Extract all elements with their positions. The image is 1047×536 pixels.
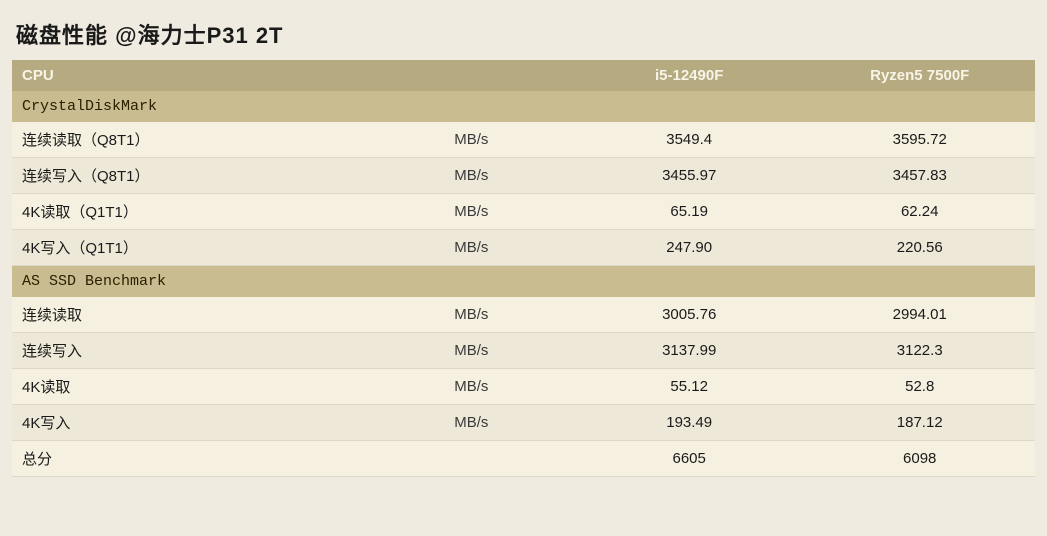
row-unit: MB/s <box>444 297 574 333</box>
row-cpu1-value: 3005.76 <box>574 297 805 333</box>
row-unit: MB/s <box>444 158 574 194</box>
row-unit: MB/s <box>444 369 574 405</box>
row-cpu1-value: 65.19 <box>574 194 805 230</box>
row-cpu1-value: 3137.99 <box>574 333 805 369</box>
unit-column-header <box>444 60 574 91</box>
table-row: 总分 6605 6098 <box>12 441 1035 477</box>
table-row: 4K写入 MB/s 193.49 187.12 <box>12 405 1035 441</box>
table-row: 连续读取（Q8T1） MB/s 3549.4 3595.72 <box>12 122 1035 158</box>
row-label: 连续写入（Q8T1） <box>12 158 444 194</box>
row-cpu1-value: 193.49 <box>574 405 805 441</box>
section-label: AS SSD Benchmark <box>12 266 1035 298</box>
row-unit: MB/s <box>444 122 574 158</box>
table-body: CrystalDiskMark 连续读取（Q8T1） MB/s 3549.4 3… <box>12 91 1035 477</box>
main-container: 磁盘性能 @海力士P31 2T CPU i5-12490F Ryzen5 750… <box>0 0 1047 487</box>
row-cpu2-value: 6098 <box>804 441 1035 477</box>
table-row: 4K写入（Q1T1） MB/s 247.90 220.56 <box>12 230 1035 266</box>
row-cpu2-value: 3595.72 <box>804 122 1035 158</box>
row-cpu1-value: 6605 <box>574 441 805 477</box>
row-cpu2-value: 3122.3 <box>804 333 1035 369</box>
row-unit <box>444 441 574 477</box>
row-unit: MB/s <box>444 405 574 441</box>
row-label: 4K写入 <box>12 405 444 441</box>
cpu1-header: i5-12490F <box>574 60 805 91</box>
row-label: 4K读取（Q1T1） <box>12 194 444 230</box>
row-cpu1-value: 55.12 <box>574 369 805 405</box>
row-label: 连续读取（Q8T1） <box>12 122 444 158</box>
section-header-1: AS SSD Benchmark <box>12 266 1035 298</box>
section-header-0: CrystalDiskMark <box>12 91 1035 122</box>
row-unit: MB/s <box>444 333 574 369</box>
row-cpu2-value: 52.8 <box>804 369 1035 405</box>
table-header-row: CPU i5-12490F Ryzen5 7500F <box>12 60 1035 91</box>
row-cpu1-value: 3455.97 <box>574 158 805 194</box>
table-row: 连续读取 MB/s 3005.76 2994.01 <box>12 297 1035 333</box>
row-cpu2-value: 220.56 <box>804 230 1035 266</box>
benchmark-table: CPU i5-12490F Ryzen5 7500F CrystalDiskMa… <box>12 60 1035 477</box>
row-cpu2-value: 3457.83 <box>804 158 1035 194</box>
table-row: 连续写入 MB/s 3137.99 3122.3 <box>12 333 1035 369</box>
table-row: 4K读取（Q1T1） MB/s 65.19 62.24 <box>12 194 1035 230</box>
section-label: CrystalDiskMark <box>12 91 1035 122</box>
row-label: 4K读取 <box>12 369 444 405</box>
row-label: 连续写入 <box>12 333 444 369</box>
row-label: 总分 <box>12 441 444 477</box>
row-label: 4K写入（Q1T1） <box>12 230 444 266</box>
table-row: 4K读取 MB/s 55.12 52.8 <box>12 369 1035 405</box>
row-label: 连续读取 <box>12 297 444 333</box>
cpu-column-label: CPU <box>12 60 444 91</box>
row-cpu2-value: 2994.01 <box>804 297 1035 333</box>
table-row: 连续写入（Q8T1） MB/s 3455.97 3457.83 <box>12 158 1035 194</box>
cpu2-header: Ryzen5 7500F <box>804 60 1035 91</box>
row-cpu1-value: 3549.4 <box>574 122 805 158</box>
row-cpu2-value: 62.24 <box>804 194 1035 230</box>
row-unit: MB/s <box>444 194 574 230</box>
row-unit: MB/s <box>444 230 574 266</box>
page-title: 磁盘性能 @海力士P31 2T <box>12 10 1035 60</box>
row-cpu2-value: 187.12 <box>804 405 1035 441</box>
row-cpu1-value: 247.90 <box>574 230 805 266</box>
